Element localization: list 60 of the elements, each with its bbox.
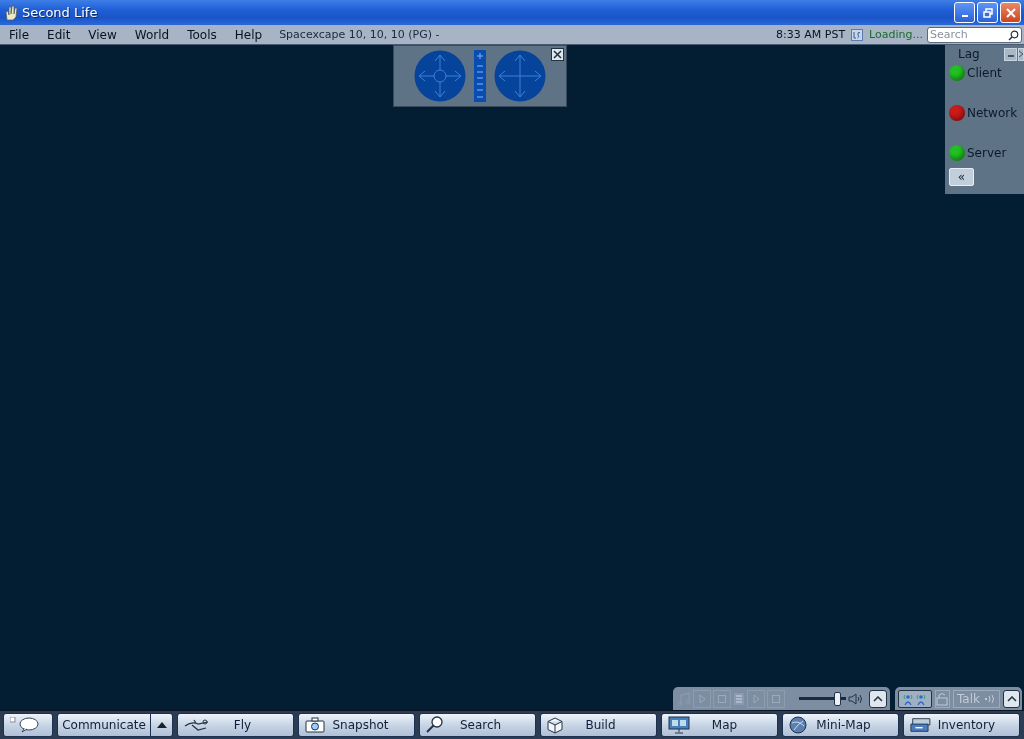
collapse-button[interactable]: « bbox=[949, 168, 974, 186]
window-title: Second Life bbox=[22, 5, 98, 20]
hand-icon bbox=[4, 4, 18, 21]
minimize-icon bbox=[961, 14, 968, 17]
play-icon bbox=[751, 693, 761, 704]
inventory-button[interactable]: Inventory bbox=[903, 713, 1020, 737]
caret-up-icon bbox=[156, 722, 167, 728]
search-field[interactable]: Search bbox=[927, 26, 1022, 43]
padlock-icon bbox=[936, 691, 949, 706]
active-speakers-button[interactable] bbox=[898, 689, 932, 708]
chat-button[interactable] bbox=[3, 713, 53, 737]
search-icon bbox=[1008, 29, 1019, 41]
minimize-icon bbox=[1007, 55, 1014, 57]
buy-currency-button[interactable] bbox=[849, 27, 866, 42]
orbit-control-icon bbox=[414, 50, 466, 102]
communicate-button[interactable]: Communicate bbox=[57, 713, 151, 737]
flying-figure-icon bbox=[184, 718, 210, 732]
speaker-icon bbox=[848, 691, 864, 706]
globe-icon bbox=[789, 716, 807, 734]
expand-button[interactable] bbox=[151, 713, 173, 737]
menu-item[interactable]: File bbox=[0, 27, 39, 42]
map-screen-icon bbox=[668, 716, 690, 734]
fly-button[interactable]: Fly bbox=[177, 713, 294, 737]
location-text[interactable]: Spacexcape 10, 10, 10 (PG) - bbox=[279, 28, 440, 41]
menu-item[interactable]: Tools bbox=[178, 27, 226, 42]
speech-bubble-icon bbox=[10, 717, 40, 733]
caret-up-icon bbox=[1006, 695, 1017, 702]
restore-icon bbox=[982, 7, 993, 18]
menu-item[interactable]: Edit bbox=[38, 27, 80, 42]
menu-item[interactable]: Help bbox=[225, 27, 272, 42]
menu-item[interactable]: View bbox=[79, 27, 126, 42]
search-button[interactable]: Search bbox=[419, 713, 536, 737]
magnifier-icon bbox=[426, 716, 444, 734]
play-icon bbox=[697, 693, 707, 704]
sound-wave-icon bbox=[984, 693, 996, 704]
balance-status-text: Loading... bbox=[869, 28, 923, 41]
mini-map-button[interactable]: Mini-Map bbox=[782, 713, 899, 737]
currency-icon bbox=[851, 28, 864, 41]
pan-control-icon bbox=[494, 50, 546, 102]
menu-item[interactable]: World bbox=[125, 27, 179, 42]
status-label: Network bbox=[967, 106, 1018, 120]
document-icon bbox=[733, 691, 745, 706]
stop-icon bbox=[771, 693, 781, 704]
caret-up-icon bbox=[873, 695, 883, 702]
build-button[interactable]: Build bbox=[540, 713, 657, 737]
map-button[interactable]: Map bbox=[661, 713, 778, 737]
snapshot-button[interactable]: Snapshot bbox=[298, 713, 415, 737]
drawers-icon bbox=[910, 717, 932, 733]
stop-icon bbox=[717, 693, 727, 704]
panel-title: Lag bbox=[958, 47, 981, 61]
status-label: Server bbox=[967, 146, 1007, 160]
zoom-slider-icon bbox=[474, 50, 486, 102]
minimize-button[interactable] bbox=[1004, 47, 1017, 61]
status-label: Client bbox=[967, 66, 1002, 80]
expand-button[interactable] bbox=[1003, 689, 1020, 708]
expand-button[interactable] bbox=[869, 689, 887, 708]
restore-button[interactable] bbox=[977, 2, 998, 23]
cube-icon bbox=[547, 716, 563, 734]
clock-text: 8:33 AM PST bbox=[776, 28, 846, 41]
camera-icon bbox=[305, 717, 325, 733]
